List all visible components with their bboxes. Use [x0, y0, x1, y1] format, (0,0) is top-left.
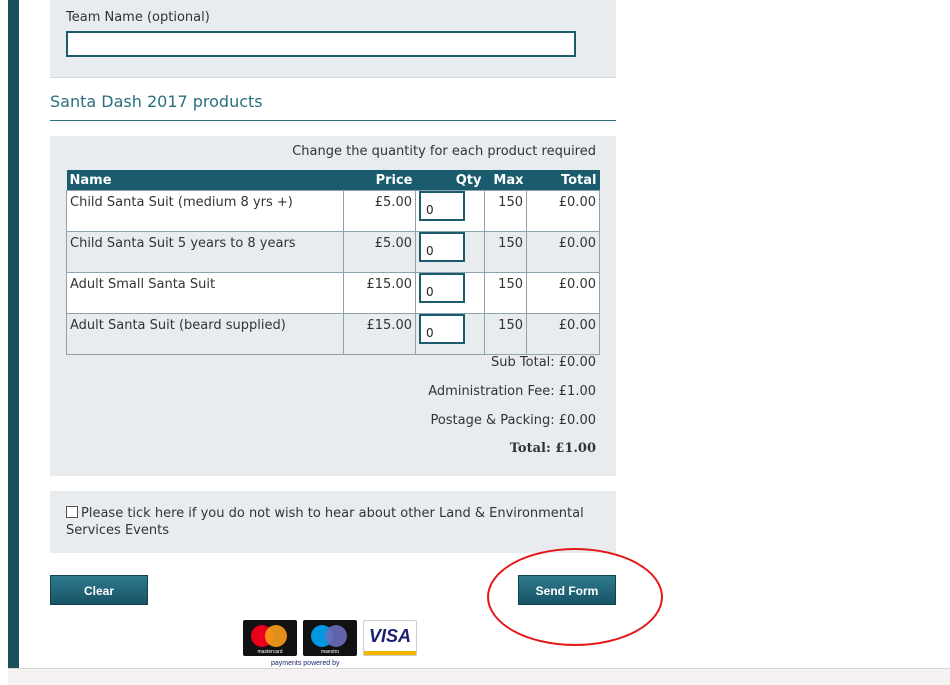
product-max: 150: [484, 231, 527, 273]
table-row: Adult Santa Suit (beard supplied) £15.00…: [66, 313, 600, 355]
marketing-optout-panel: Please tick here if you do not wish to h…: [50, 491, 616, 553]
product-name: Child Santa Suit (medium 8 yrs +): [66, 190, 344, 232]
product-price: £15.00: [343, 313, 416, 355]
product-price: £5.00: [343, 231, 416, 273]
column-header-qty: Qty: [415, 170, 485, 191]
quantity-input[interactable]: 0: [419, 232, 465, 262]
maestro-logo-icon: maestro: [303, 620, 357, 656]
column-header-total: Total: [526, 170, 600, 191]
product-max: 150: [484, 313, 527, 355]
product-name: Child Santa Suit 5 years to 8 years: [66, 231, 344, 273]
subtotal-text: Sub Total: £0.00: [491, 355, 596, 370]
postage-text: Postage & Packing: £0.00: [430, 413, 596, 428]
maestro-label: maestro: [320, 649, 340, 655]
visa-label: VISA: [368, 626, 411, 646]
grand-total-text: Total: £1.00: [509, 441, 596, 456]
footer-strip: [8, 668, 950, 685]
mastercard-label: mastercard: [257, 649, 283, 655]
payment-logos: mastercard maestro VISA payments powered…: [243, 620, 423, 668]
mastercard-logo-icon: mastercard: [243, 620, 297, 656]
optout-label: Please tick here if you do not wish to h…: [66, 506, 584, 538]
product-price: £15.00: [343, 272, 416, 314]
product-max: 150: [484, 190, 527, 232]
product-total: £0.00: [526, 231, 600, 273]
team-name-label: Team Name (optional): [66, 10, 210, 25]
product-max: 150: [484, 272, 527, 314]
product-name: Adult Small Santa Suit: [66, 272, 344, 314]
admin-fee-text: Administration Fee: £1.00: [428, 384, 596, 399]
quantity-input[interactable]: 0: [419, 314, 465, 344]
table-row: Adult Small Santa Suit £15.00 0 150 £0.0…: [66, 272, 600, 314]
quantity-input[interactable]: 0: [419, 191, 465, 221]
table-row: Child Santa Suit (medium 8 yrs +) £5.00 …: [66, 190, 600, 232]
optout-checkbox[interactable]: [66, 506, 78, 518]
quantity-instruction: Change the quantity for each product req…: [292, 144, 596, 159]
product-total: £0.00: [526, 272, 600, 314]
visa-logo-icon: VISA: [363, 620, 417, 656]
products-table: Name Price Qty Max Total Child Santa Sui…: [66, 170, 600, 355]
left-sidebar-bar: [8, 0, 19, 668]
payments-powered-by-text: payments powered by: [271, 660, 340, 667]
product-name: Adult Santa Suit (beard supplied): [66, 313, 344, 355]
clear-button[interactable]: Clear: [50, 575, 148, 605]
table-header-row: Name Price Qty Max Total: [66, 170, 600, 191]
section-divider: [50, 120, 616, 121]
highlight-circle-annotation: [487, 548, 663, 646]
products-panel: Change the quantity for each product req…: [50, 136, 616, 476]
column-header-name: Name: [66, 170, 344, 191]
products-section-title: Santa Dash 2017 products: [50, 92, 263, 111]
quantity-input[interactable]: 0: [419, 273, 465, 303]
column-header-max: Max: [484, 170, 527, 191]
product-total: £0.00: [526, 190, 600, 232]
product-price: £5.00: [343, 190, 416, 232]
optout-row[interactable]: Please tick here if you do not wish to h…: [66, 505, 606, 539]
team-name-input[interactable]: [66, 31, 576, 57]
team-name-panel: Team Name (optional): [50, 0, 616, 78]
product-total: £0.00: [526, 313, 600, 355]
table-row: Child Santa Suit 5 years to 8 years £5.0…: [66, 231, 600, 273]
column-header-price: Price: [343, 170, 416, 191]
